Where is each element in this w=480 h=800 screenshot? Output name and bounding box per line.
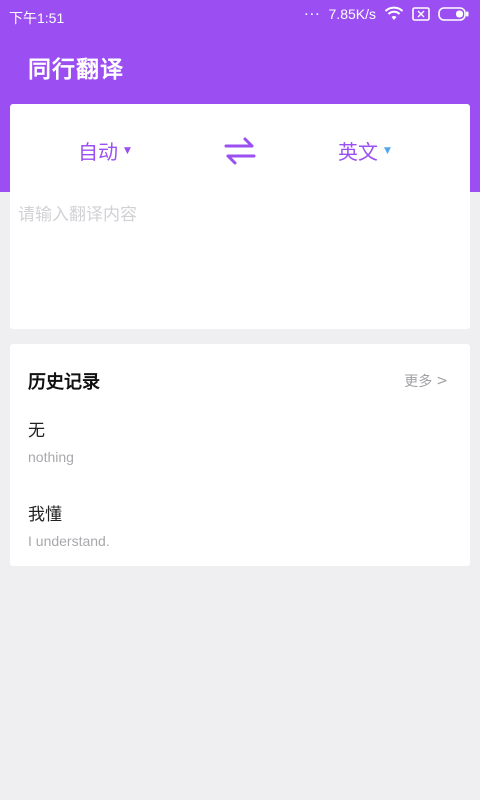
history-item[interactable]: 无 nothing xyxy=(28,416,448,480)
battery-icon xyxy=(438,7,470,21)
target-language-label: 英文 xyxy=(338,140,378,164)
status-indicators: ... 7.85K/s xyxy=(304,2,470,22)
history-more-link[interactable]: 更多 > xyxy=(404,371,448,391)
caret-down-icon: ▼ xyxy=(384,146,391,156)
status-dots: ... xyxy=(304,2,321,19)
source-language-dropdown[interactable]: 自动 ▼ xyxy=(78,136,131,165)
history-source-text: 无 xyxy=(28,421,45,441)
target-language-dropdown[interactable]: 英文 ▼ xyxy=(338,136,391,165)
history-translation-text: I understand. xyxy=(28,533,110,549)
sim-icon xyxy=(412,7,430,21)
history-item[interactable]: 我懂 I understand. xyxy=(28,500,448,564)
translation-input[interactable] xyxy=(18,200,458,310)
source-language-label: 自动 xyxy=(78,140,118,164)
app-title: 同行翻译 xyxy=(28,57,124,83)
history-source-text: 我懂 xyxy=(28,505,62,525)
more-label: 更多 xyxy=(404,374,433,390)
history-translation-text: nothing xyxy=(28,449,74,465)
history-title: 历史记录 xyxy=(28,372,100,393)
wifi-icon xyxy=(384,6,404,22)
translate-card: 自动 ▼ 英文 ▼ xyxy=(10,104,470,329)
swap-icon xyxy=(224,137,256,165)
swap-languages-button[interactable] xyxy=(223,134,257,168)
status-bar: 下午1:51 ... 7.85K/s xyxy=(0,0,480,32)
caret-down-icon: ▼ xyxy=(124,146,131,156)
status-time: 下午1:51 xyxy=(9,10,65,26)
chevron-right-icon: > xyxy=(436,373,448,389)
language-selector-row: 自动 ▼ 英文 ▼ xyxy=(10,104,470,194)
history-card: 历史记录 更多 > 无 nothing 我懂 I understand. xyxy=(10,344,470,566)
network-speed: 7.85K/s xyxy=(328,6,376,22)
